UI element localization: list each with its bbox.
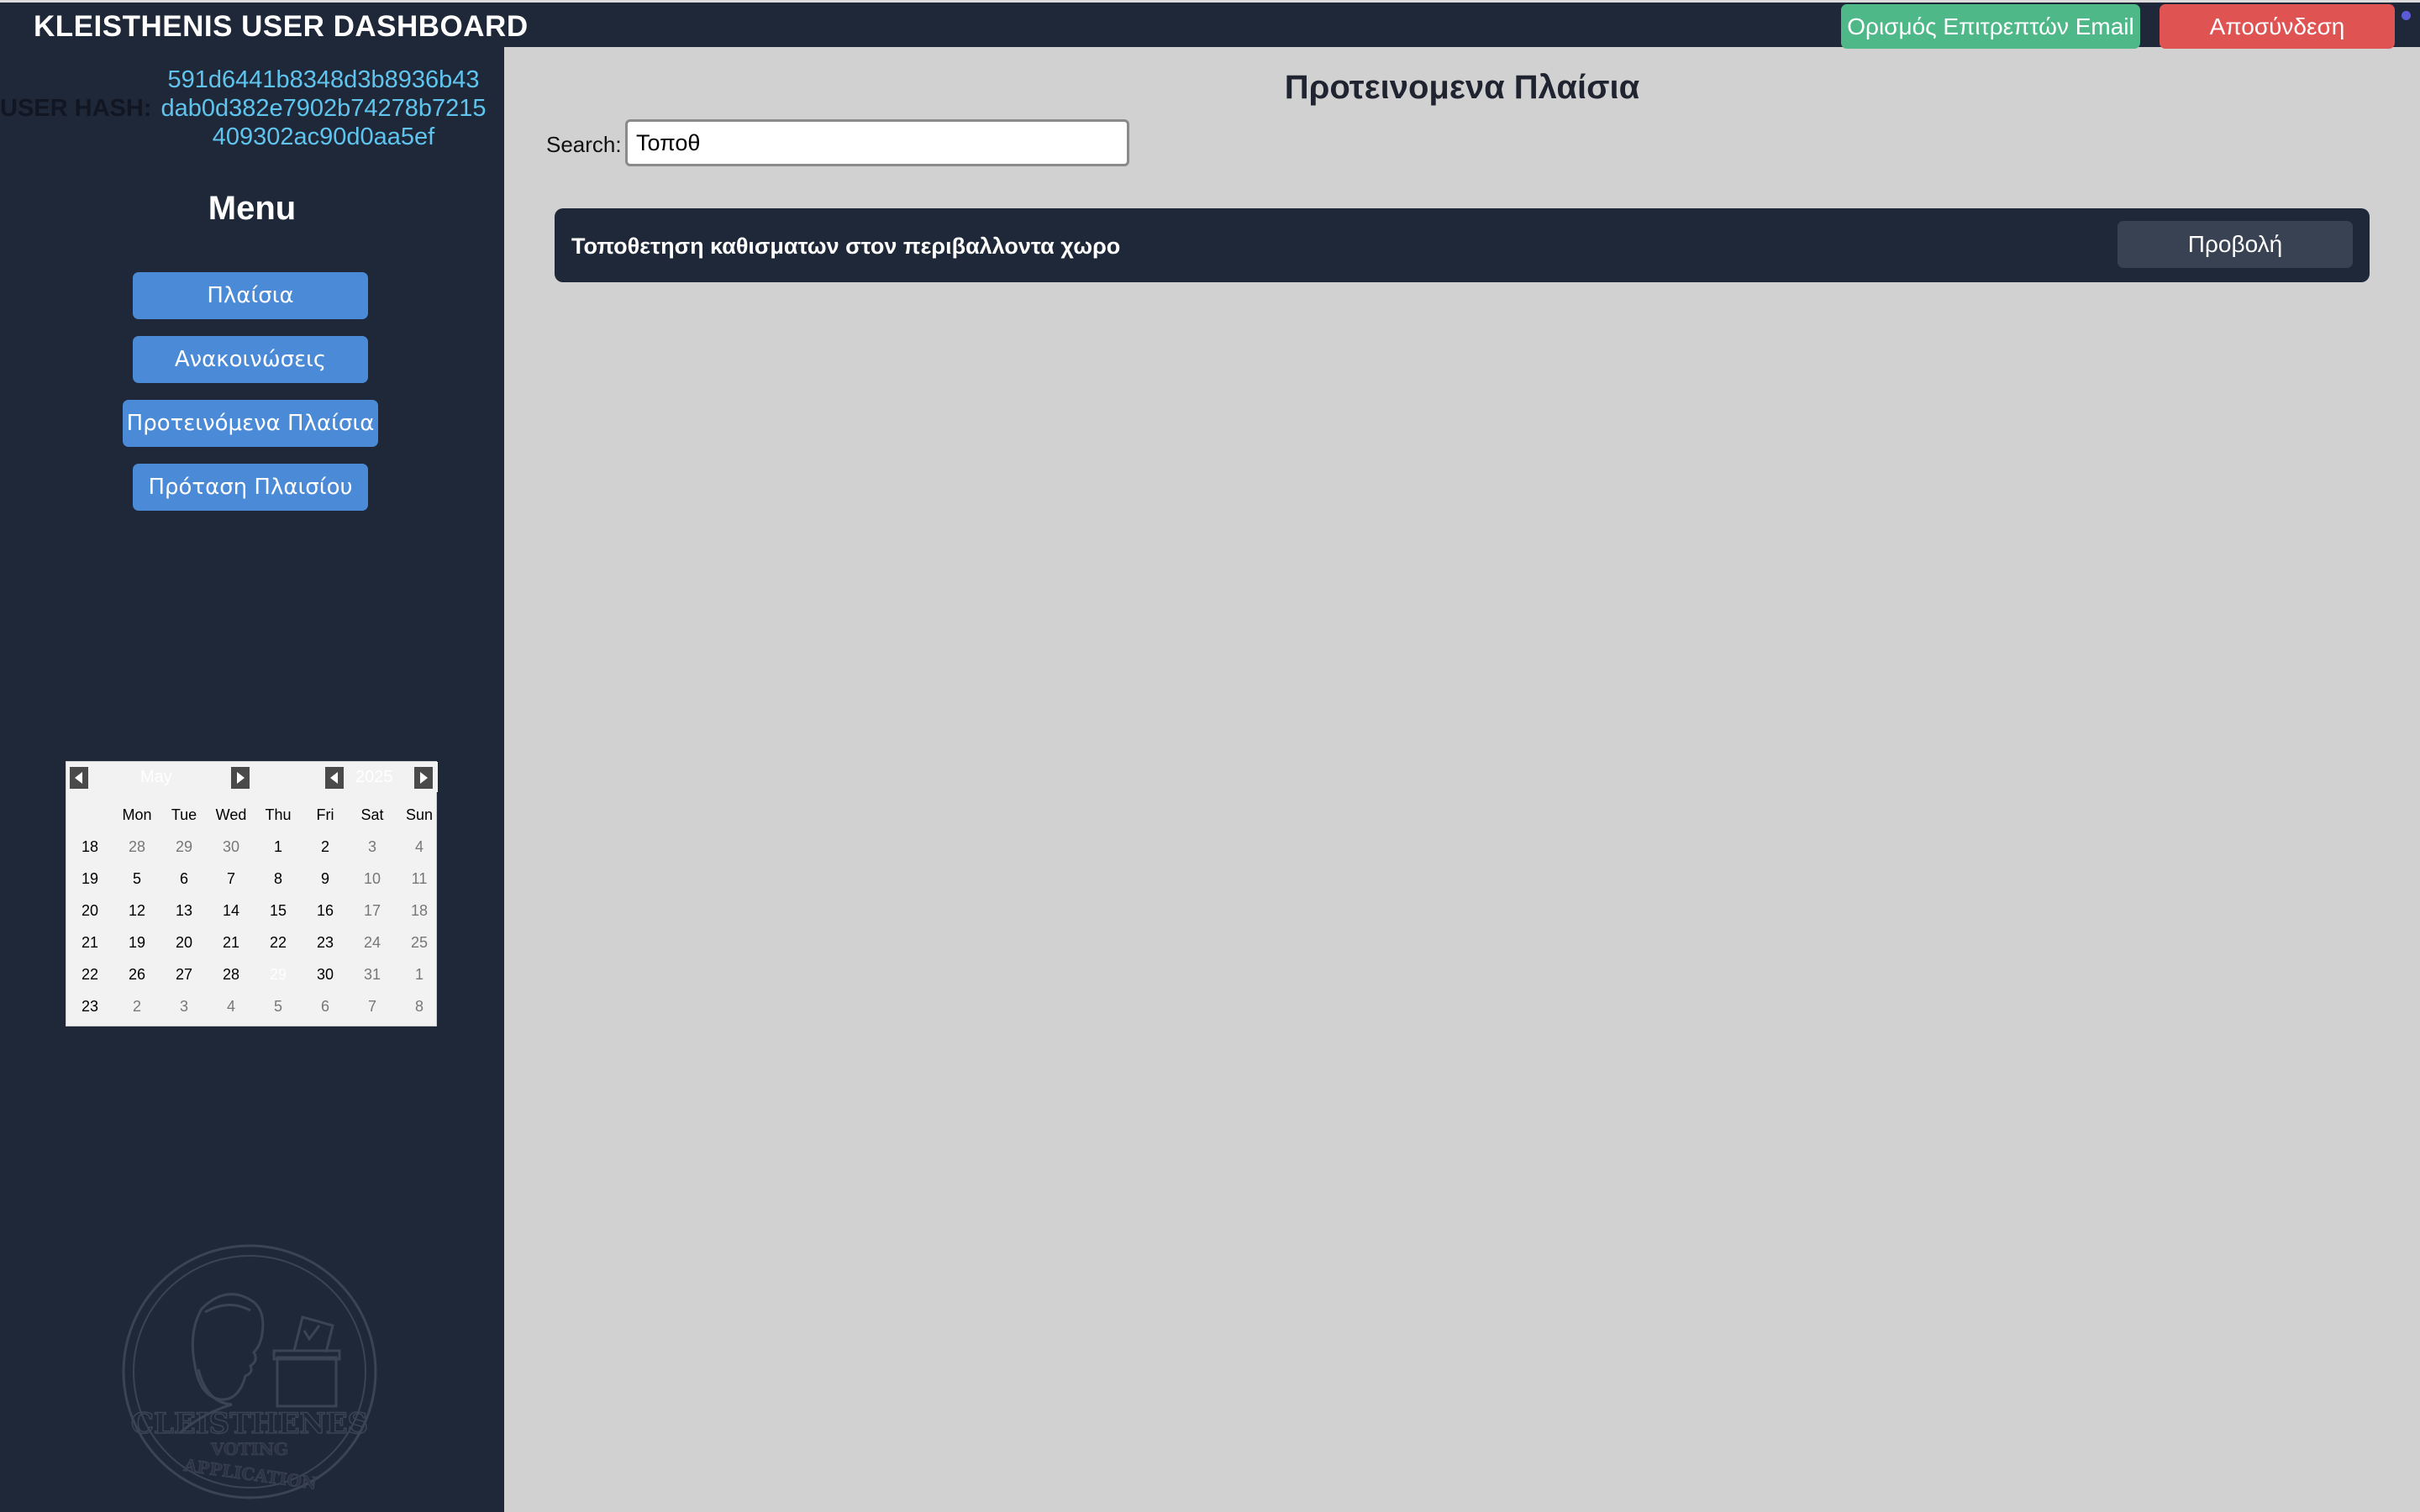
calendar-day[interactable]: 22 [255, 927, 302, 958]
calendar-day[interactable]: 27 [160, 958, 208, 990]
view-proposal-button[interactable]: Προβολή [2118, 221, 2353, 268]
menu-title: Menu [208, 190, 297, 227]
next-month-button[interactable] [231, 767, 250, 789]
calendar-day[interactable]: 23 [302, 927, 349, 958]
calendar-day[interactable]: 30 [208, 831, 255, 863]
calendar-day[interactable]: 2 [302, 831, 349, 863]
chevron-right-icon [420, 772, 428, 784]
calendar-weekday: Fri [316, 806, 334, 823]
chevron-left-icon [330, 772, 338, 784]
status-dot [2402, 11, 2411, 20]
user-hash-line: 591d6441b8348d3b8936b43 [167, 66, 480, 93]
calendar-day[interactable]: 11 [396, 863, 443, 895]
top-bar: KLEISTHENIS USER DASHBOARD Ορισμός Επιτρ… [0, 0, 2420, 49]
chevron-left-icon [75, 772, 82, 784]
calendar-widget: May 2025 Mon Tue Wed Thu Fri Sat Sun 18 28 29 30 1 2… [66, 761, 438, 1026]
calendar-day[interactable]: 8 [396, 990, 443, 1022]
calendar-day[interactable]: 2 [113, 990, 160, 1022]
calendar-weekday: Sat [360, 806, 384, 823]
user-hash-line: dab0d382e7902b74278b7215 [160, 95, 487, 122]
calendar-day[interactable]: 9 [302, 863, 349, 895]
calendar-weekday: Thu [265, 806, 292, 823]
calendar-month[interactable]: May [140, 768, 172, 787]
calendar-day[interactable]: 29 [255, 958, 302, 990]
calendar-week-number: 22 [81, 966, 99, 983]
calendar-day[interactable]: 12 [113, 895, 160, 927]
proposal-card: Τοποθετηση καθισματων στον περιβαλλοντα … [555, 208, 2370, 282]
calendar-day[interactable]: 1 [396, 958, 443, 990]
calendar-week-number: 18 [81, 838, 99, 855]
calendar-day[interactable]: 17 [349, 895, 396, 927]
prev-month-button[interactable] [70, 767, 88, 789]
calendar-day[interactable]: 1 [255, 831, 302, 863]
calendar-day[interactable]: 5 [113, 863, 160, 895]
menu-item-propose-frame[interactable]: Πρόταση Πλαισίου [133, 464, 368, 511]
next-year-button[interactable] [414, 767, 433, 789]
calendar-day[interactable]: 30 [302, 958, 349, 990]
menu-item-proposed-frames[interactable]: Προτεινόμενα Πλαίσια [123, 400, 378, 447]
calendar-day[interactable]: 28 [113, 831, 160, 863]
search-input[interactable] [625, 119, 1129, 166]
proposal-title: Τοποθετηση καθισματων στον περιβαλλοντα … [571, 234, 1121, 259]
calendar-weekday: Sun [405, 806, 434, 823]
calendar-week-number: 23 [81, 998, 99, 1015]
calendar-year[interactable]: 2025 [355, 768, 393, 787]
calendar-day[interactable]: 21 [208, 927, 255, 958]
user-hash-line: 409302ac90d0aa5ef [212, 123, 435, 150]
prev-year-button[interactable] [325, 767, 344, 789]
calendar-weekday: Tue [171, 806, 197, 823]
calendar-day[interactable]: 26 [113, 958, 160, 990]
calendar-day[interactable]: 18 [396, 895, 443, 927]
logout-button[interactable]: Αποσύνδεση [2160, 4, 2395, 49]
calendar-weekday: Wed [215, 806, 247, 823]
calendar-day[interactable]: 7 [349, 990, 396, 1022]
calendar-day[interactable]: 14 [208, 895, 255, 927]
calendar-day[interactable]: 6 [160, 863, 208, 895]
sidebar: USER HASH: 591d6441b8348d3b8936b43 dab0d… [0, 47, 504, 1512]
search-label: Search: [546, 132, 622, 157]
calendar-day[interactable]: 15 [255, 895, 302, 927]
page-title: Προτεινομενα Πλαίσια [1284, 69, 1640, 106]
user-hash-value: 591d6441b8348d3b8936b43 dab0d382e7902b74… [151, 66, 496, 151]
calendar-day[interactable]: 3 [349, 831, 396, 863]
app-title: KLEISTHENIS USER DASHBOARD [34, 10, 529, 43]
calendar-day[interactable]: 5 [255, 990, 302, 1022]
calendar-day[interactable]: 10 [349, 863, 396, 895]
calendar-weekday: Mon [122, 806, 152, 823]
calendar-week-number: 20 [81, 902, 99, 919]
seal-text-line: VOTING [210, 1439, 288, 1459]
calendar-day[interactable]: 16 [302, 895, 349, 927]
cleisthenes-seal-logo: CLEISTHENES VOTING APPLICATION [122, 1244, 377, 1499]
menu-item-frames[interactable]: Πλαίσια [133, 272, 368, 319]
allowed-emails-button[interactable]: Ορισμός Επιτρεπτών Email [1841, 4, 2140, 49]
calendar-day[interactable]: 28 [208, 958, 255, 990]
calendar-week-number: 21 [81, 934, 99, 951]
calendar-day[interactable]: 8 [255, 863, 302, 895]
calendar-day[interactable]: 6 [302, 990, 349, 1022]
chevron-right-icon [237, 772, 245, 784]
calendar-day[interactable]: 31 [349, 958, 396, 990]
calendar-day[interactable]: 4 [208, 990, 255, 1022]
calendar-day[interactable]: 25 [396, 927, 443, 958]
calendar-day[interactable]: 4 [396, 831, 443, 863]
calendar-week-number: 19 [81, 870, 99, 887]
calendar-day[interactable]: 7 [208, 863, 255, 895]
calendar-day[interactable]: 3 [160, 990, 208, 1022]
user-hash-label: USER HASH: [0, 95, 152, 122]
calendar-header: May 2025 [66, 762, 438, 792]
menu-item-announcements[interactable]: Ανακοινώσεις [133, 336, 368, 383]
calendar-day[interactable]: 19 [113, 927, 160, 958]
seal-text-line: CLEISTHENES [131, 1407, 368, 1441]
calendar-day[interactable]: 20 [160, 927, 208, 958]
calendar-day[interactable]: 29 [160, 831, 208, 863]
calendar-day[interactable]: 24 [349, 927, 396, 958]
calendar-day[interactable]: 13 [160, 895, 208, 927]
